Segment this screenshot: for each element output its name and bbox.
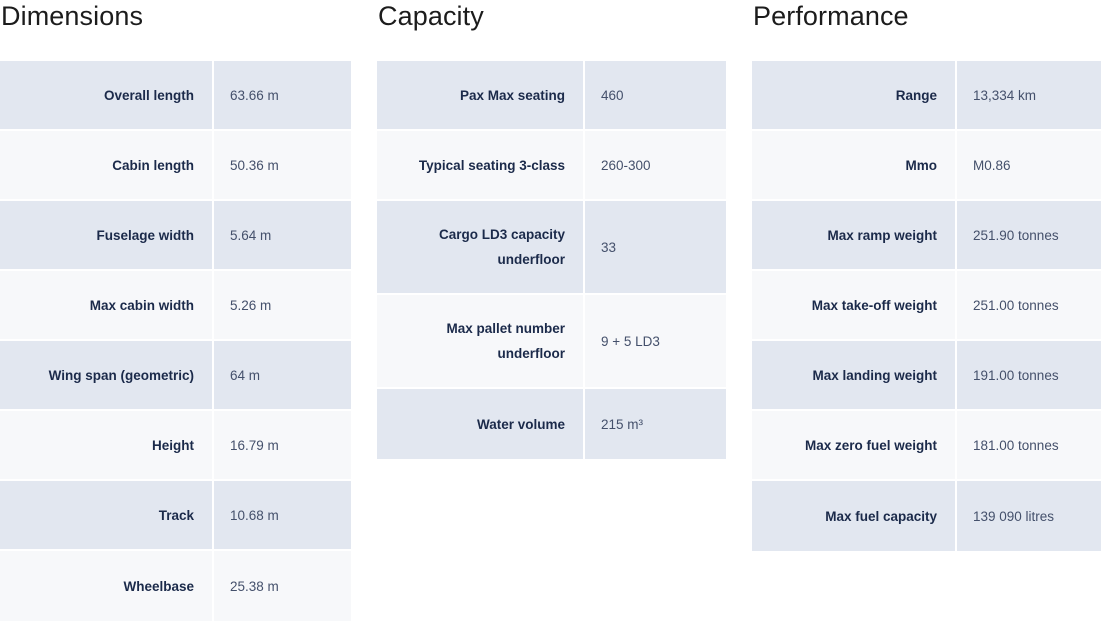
column-heading-performance: Performance	[753, 1, 909, 31]
spec-value: M0.86	[957, 131, 1101, 201]
spec-column-capacity: Capacity Pax Max seating 460 Typical seati…	[377, 0, 726, 459]
table-row: Wheelbase 25.38 m	[0, 551, 351, 621]
spec-table-dimensions: Overall length 63.66 m Cabin length 50.36 m…	[0, 61, 351, 621]
spec-label: Height	[0, 411, 214, 481]
spec-value: 215 m³	[585, 389, 726, 459]
table-row: Max zero fuel weight 181.00 tonnes	[752, 411, 1101, 481]
spec-column-dimensions: Dimensions Overall length 63.66 m Cabin le…	[0, 0, 351, 621]
table-row: Track 10.68 m	[0, 481, 351, 551]
spec-table-capacity: Pax Max seating 460 Typical seating 3-clas…	[377, 61, 726, 459]
spec-value: 9 + 5 LD3	[585, 295, 726, 389]
spec-label: Mmo	[752, 131, 957, 201]
spec-label: Max zero fuel weight	[752, 411, 957, 481]
spec-value: 64 m	[214, 341, 351, 411]
spec-label: Max pallet number underfloor	[377, 295, 585, 389]
spec-label: Max take-off weight	[752, 271, 957, 341]
spec-label: Typical seating 3-class	[377, 131, 585, 201]
table-row: Mmo M0.86	[752, 131, 1101, 201]
spec-value: 33	[585, 201, 726, 295]
spec-label: Cabin length	[0, 131, 214, 201]
spec-label: Max ramp weight	[752, 201, 957, 271]
spec-value: 181.00 tonnes	[957, 411, 1101, 481]
spec-value: 63.66 m	[214, 61, 351, 131]
table-row: Cargo LD3 capacity underfloor 33	[377, 201, 726, 295]
table-row: Fuselage width 5.64 m	[0, 201, 351, 271]
table-row: Typical seating 3-class 260-300	[377, 131, 726, 201]
spec-value: 260-300	[585, 131, 726, 201]
spec-label: Max cabin width	[0, 271, 214, 341]
spec-label: Water volume	[377, 389, 585, 459]
spec-value: 50.36 m	[214, 131, 351, 201]
table-row: Pax Max seating 460	[377, 61, 726, 131]
specification-board: Dimensions Overall length 63.66 m Cabin le…	[0, 0, 1101, 631]
spec-label: Range	[752, 61, 957, 131]
spec-value: 25.38 m	[214, 551, 351, 621]
table-row: Max pallet number underfloor 9 + 5 LD3	[377, 295, 726, 389]
column-heading-dimensions: Dimensions	[1, 1, 144, 31]
spec-label: Wing span (geometric)	[0, 341, 214, 411]
spec-label: Max landing weight	[752, 341, 957, 411]
spec-value: 139 090 litres	[957, 481, 1101, 551]
spec-label: Cargo LD3 capacity underfloor	[377, 201, 585, 295]
table-row: Height 16.79 m	[0, 411, 351, 481]
table-row: Max fuel capacity 139 090 litres	[752, 481, 1101, 551]
column-heading-capacity: Capacity	[378, 1, 484, 31]
spec-label: Wheelbase	[0, 551, 214, 621]
spec-label: Max fuel capacity	[752, 481, 957, 551]
spec-value: 5.64 m	[214, 201, 351, 271]
table-row: Water volume 215 m³	[377, 389, 726, 459]
spec-value: 10.68 m	[214, 481, 351, 551]
spec-value: 16.79 m	[214, 411, 351, 481]
spec-value: 251.00 tonnes	[957, 271, 1101, 341]
spec-value: 13,334 km	[957, 61, 1101, 131]
table-row: Max take-off weight 251.00 tonnes	[752, 271, 1101, 341]
spec-value: 460	[585, 61, 726, 131]
spec-table-body-dimensions: Overall length 63.66 m Cabin length 50.36 m…	[0, 61, 351, 621]
table-row: Max ramp weight 251.90 tonnes	[752, 201, 1101, 271]
spec-label: Track	[0, 481, 214, 551]
table-row: Max landing weight 191.00 tonnes	[752, 341, 1101, 411]
table-row: Cabin length 50.36 m	[0, 131, 351, 201]
spec-value: 5.26 m	[214, 271, 351, 341]
spec-table-body-capacity: Pax Max seating 460 Typical seating 3-clas…	[377, 61, 726, 459]
table-row: Overall length 63.66 m	[0, 61, 351, 131]
spec-table-body-performance: Range 13,334 km Mmo M0.86 Max ramp weight 251…	[752, 61, 1101, 551]
table-row: Range 13,334 km	[752, 61, 1101, 131]
spec-label: Pax Max seating	[377, 61, 585, 131]
spec-label: Overall length	[0, 61, 214, 131]
spec-table-performance: Range 13,334 km Mmo M0.86 Max ramp weight 251…	[752, 61, 1101, 551]
spec-value: 191.00 tonnes	[957, 341, 1101, 411]
spec-column-performance: Performance Range 13,334 km Mmo M0.86 Max ra…	[752, 0, 1101, 551]
spec-value: 251.90 tonnes	[957, 201, 1101, 271]
table-row: Max cabin width 5.26 m	[0, 271, 351, 341]
spec-label: Fuselage width	[0, 201, 214, 271]
table-row: Wing span (geometric) 64 m	[0, 341, 351, 411]
